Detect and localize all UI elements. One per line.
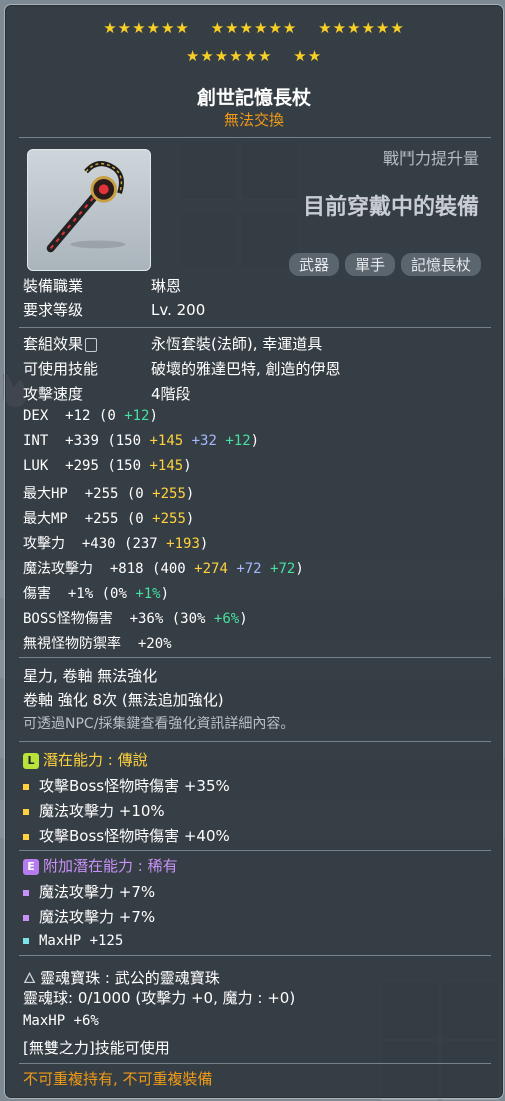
trade-status: 無法交換 (223, 111, 284, 129)
tag-one-handed: 單手 (344, 253, 395, 276)
lock-icon (85, 337, 98, 352)
stat-ignore-defense: 無視怪物防禦率 +20% (23, 636, 172, 652)
star-group-icon: ★★★★★★ (318, 19, 405, 37)
tag-weapon: 武器 (288, 253, 339, 276)
divider (19, 327, 491, 328)
stat-int: INT +339 (150 +145 +32 +12) (23, 433, 260, 449)
stat-damage: 傷害 +1% (0% +1%) (23, 586, 170, 602)
epic-badge-icon: E (23, 858, 39, 875)
enhance-status-2: 卷軸 強化 8次 (無法追加強化) (23, 691, 224, 709)
soul-charge: 靈魂球: 0/1000 (攻擊力 +0, 魔力 : +0) (23, 989, 296, 1007)
enhance-status-1: 星力, 卷軸 無法強化 (23, 667, 158, 685)
set-effect: 套組效果 永恆套裝(法師), 幸運道具 (23, 335, 323, 353)
stat-luk: LUK +295 (150 +145) (23, 458, 192, 474)
bullet-icon (23, 808, 29, 815)
potential-line: 攻擊Boss怪物時傷害 +40% (23, 825, 230, 846)
usable-skills: 可使用技能 破壞的雅達巴特, 創造的伊恩 (23, 360, 341, 378)
currently-equipped-label: 目前穿戴中的裝備 (302, 195, 479, 220)
star-group-icon: ★★ (293, 47, 323, 65)
enhance-hint: 可透過NPC/採集鍵查看強化資訊詳細內容。 (23, 716, 295, 732)
legendary-badge-icon: L (23, 752, 39, 769)
soul-skill: [無雙之力]技能可使用 (23, 1039, 170, 1057)
star-group-icon: ★★★★★★ (103, 19, 190, 37)
additional-potential-line: MaxHP +125 (23, 931, 123, 949)
combat-power-label: 戰鬥力提升量 (382, 149, 479, 168)
divider (19, 657, 491, 658)
starforce-row-1: ★★★★★★ ★★★★★★ ★★★★★★ (5, 19, 503, 37)
item-icon-frame (27, 149, 151, 271)
divider (19, 850, 491, 851)
starforce-row-2: ★★★★★★ ★★ (5, 47, 503, 65)
attack-speed: 攻擊速度 4階段 (23, 385, 191, 403)
tag-weapon-type: 記憶長杖 (400, 253, 481, 276)
item-tags: 武器 單手 記憶長杖 (288, 253, 481, 276)
additional-potential-line: 魔法攻擊力 +7% (23, 881, 155, 902)
unique-warning: 不可重複持有, 不可重複裝備 (23, 1070, 213, 1088)
required-level: 要求等级 Lv. 200 (23, 301, 206, 319)
required-job: 裝備職業 琳恩 (23, 277, 182, 295)
stat-max-hp: 最大HP +255 (0 +255) (23, 486, 195, 502)
divider (19, 1063, 491, 1064)
bullet-icon (23, 889, 29, 896)
star-group-icon: ★★★★★★ (185, 47, 273, 65)
divider (19, 137, 491, 138)
divider (19, 955, 491, 956)
bullet-icon (23, 783, 29, 790)
stat-attack: 攻擊力 +430 (237 +193) (23, 536, 209, 552)
soul-stat: MaxHP +6% (23, 1013, 99, 1029)
bullet-icon (23, 937, 29, 944)
additional-potential-line: 魔法攻擊力 +7% (23, 906, 155, 927)
stat-boss-damage: BOSS怪物傷害 +36% (30% +6%) (23, 611, 248, 627)
potential-line: 魔法攻擊力 +10% (23, 800, 165, 821)
divider (19, 741, 491, 742)
potential-line: 攻擊Boss怪物時傷害 +35% (23, 775, 230, 796)
stat-dex: DEX +12 (0 +12) (23, 408, 158, 424)
bullet-icon (23, 833, 29, 840)
bullet-icon (23, 914, 29, 921)
item-name: 創世記憶長杖 (196, 87, 311, 109)
potential-header: L 潛在能力 : 傳說 (23, 749, 148, 770)
memory-staff-icon (46, 161, 126, 253)
stat-magic-attack: 魔法攻擊力 +818 (400 +274 +72 +72) (23, 561, 304, 577)
star-group-icon: ★★★★★★ (210, 19, 298, 37)
stat-max-mp: 最大MP +255 (0 +255) (23, 511, 195, 527)
additional-potential-header: E 附加潛在能力 : 稀有 (23, 855, 178, 876)
item-tooltip: ★★★★★★ ★★★★★★ ★★★★★★ ★★★★★★ ★★ 創世記憶長杖 無法… (4, 4, 504, 1099)
